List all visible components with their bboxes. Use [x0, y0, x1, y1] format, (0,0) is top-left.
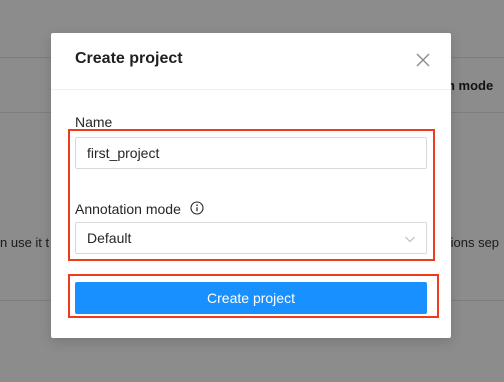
close-button[interactable] [413, 50, 433, 70]
highlight-box-submit [68, 274, 439, 318]
dialog-title: Create project [75, 50, 183, 67]
dialog-header: Create project [51, 33, 451, 90]
highlight-box-form-fields [68, 129, 435, 261]
name-label: Name [75, 114, 113, 130]
close-icon [416, 53, 430, 67]
